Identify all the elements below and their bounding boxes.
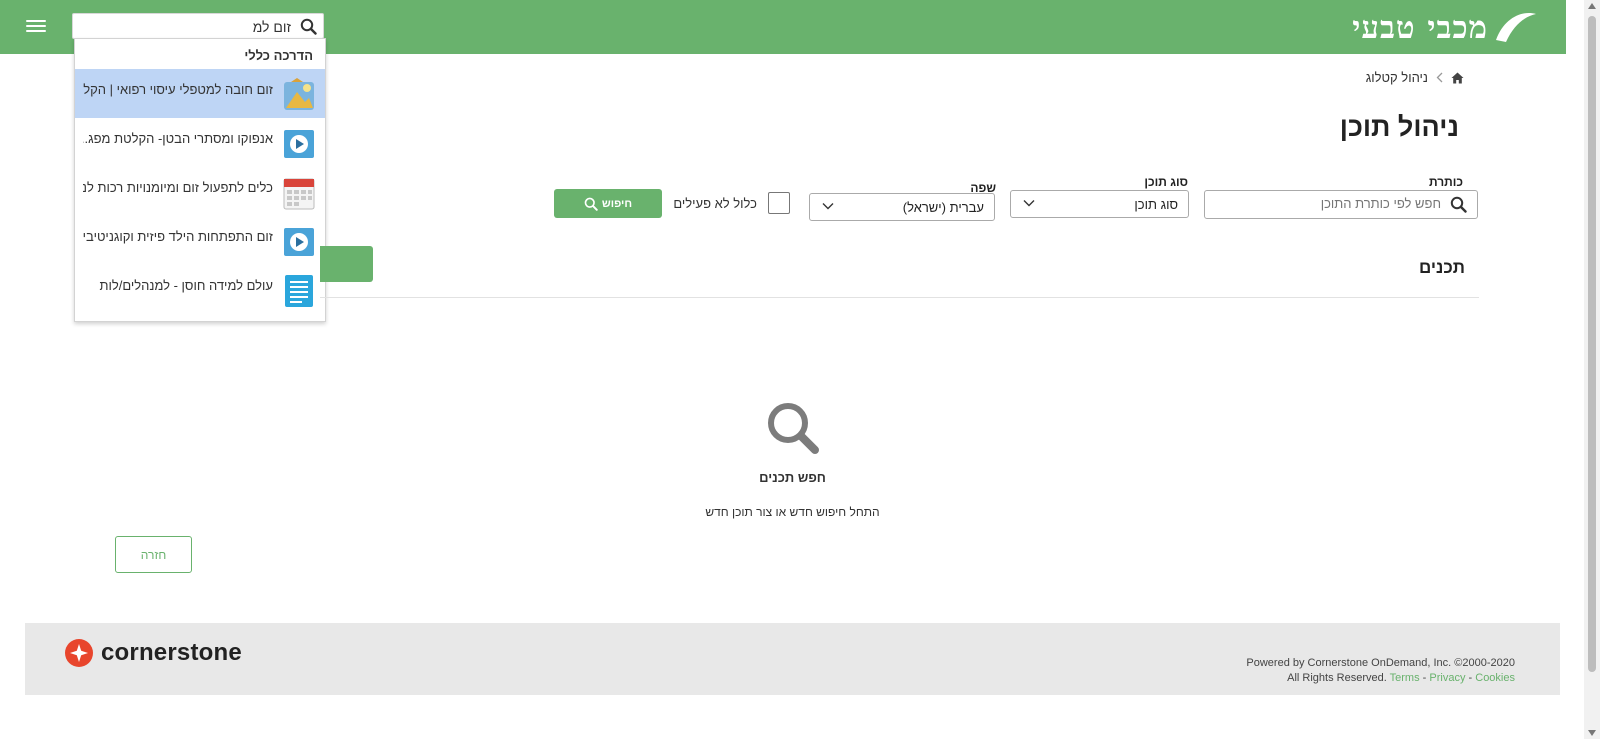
search-icon[interactable] [300, 18, 317, 35]
footer: cornerstone Powered by Cornerstone OnDem… [25, 623, 1560, 695]
content-type-select[interactable]: סוג תוכן [1010, 190, 1189, 218]
suggestion-label: זום התפתחות הילד פיזית וקוגניטיבי... [83, 229, 273, 244]
suggestion-item[interactable]: כלים לתפעול זום ומיומנויות רכות לני... [75, 167, 325, 216]
video-play-icon [284, 228, 314, 256]
language-select[interactable]: עברית (ישראל) [809, 193, 995, 221]
search-suggestions-dropdown: הדרכה כללי זום חובה למטפלי עיסוי רפואי |… [74, 38, 326, 322]
search-icon [584, 197, 598, 211]
scroll-up-arrow-icon[interactable] [1588, 3, 1596, 9]
home-icon[interactable] [1451, 72, 1464, 84]
content-type-value: סוג תוכן [1134, 197, 1178, 212]
hamburger-menu-button[interactable] [26, 17, 46, 37]
search-icon [1450, 196, 1467, 213]
suggestion-item[interactable]: עולם למידה חוסן - למנהלים/לות [75, 265, 325, 314]
course-image-icon [284, 78, 314, 110]
contents-section-title: תכנים [1419, 258, 1465, 277]
search-button[interactable]: חיפוש [554, 189, 662, 218]
suggestion-label: כלים לתפעול זום ומיומנויות רכות לני... [83, 180, 273, 195]
chevron-down-icon [822, 203, 834, 210]
suggestion-item[interactable]: אנפוקו ומסתרי הבטן- הקלטת מפג... [75, 118, 325, 167]
logo-swoosh-icon [1496, 13, 1536, 42]
title-search-input[interactable] [1219, 195, 1443, 212]
page-scrollbar[interactable] [1584, 0, 1600, 739]
suggestion-label: עולם למידה חוסן - למנהלים/לות [99, 278, 273, 293]
scroll-down-arrow-icon[interactable] [1588, 730, 1596, 736]
section-divider [320, 297, 1479, 298]
privacy-link[interactable]: Privacy [1429, 672, 1465, 684]
search-icon [768, 403, 819, 454]
search-button-label: חיפוש [601, 197, 633, 210]
title-filter-field[interactable] [1204, 190, 1478, 219]
create-content-button[interactable] [320, 246, 373, 282]
include-inactive-checkbox[interactable] [768, 192, 790, 214]
maccabi-logo[interactable]: מכבי טבעי [1340, 6, 1540, 48]
breadcrumb: ניהול קטלוג [1366, 70, 1464, 85]
rights-text: All Rights Reserved. [1287, 672, 1387, 684]
suggestion-item[interactable]: זום חובה למטפלי עיסוי רפואי | הקל... [75, 69, 325, 118]
title-filter-label: כותרת [1428, 175, 1463, 189]
chevron-left-icon [1436, 72, 1443, 83]
cornerstone-logo-icon [65, 639, 93, 667]
video-play-icon [284, 130, 314, 158]
cookies-link[interactable]: Cookies [1475, 672, 1515, 684]
calendar-icon [283, 178, 315, 210]
cornerstone-logo[interactable]: cornerstone [65, 639, 242, 667]
logo-text: מכבי טבעי [1352, 10, 1488, 46]
global-search-input[interactable] [79, 16, 293, 38]
global-search-box[interactable] [72, 13, 324, 39]
page-title: ניהול תוכן [1339, 112, 1459, 142]
cornerstone-wordmark: cornerstone [101, 639, 242, 666]
suggestion-label: אנפוקו ומסתרי הבטן- הקלטת מפג... [83, 131, 273, 146]
breadcrumb-current[interactable]: ניהול קטלוג [1366, 70, 1428, 85]
empty-state-subtitle: התחל חיפוש חדש או צור תוכן חדש [705, 505, 880, 519]
suggestion-item[interactable]: זום התפתחות הילד פיזית וקוגניטיבי... [75, 216, 325, 265]
document-icon [285, 275, 313, 307]
separator: - [1422, 672, 1427, 684]
suggestion-label: זום חובה למטפלי עיסוי רפואי | הקל... [83, 82, 273, 97]
hamburger-icon [26, 20, 46, 22]
terms-link[interactable]: Terms [1390, 672, 1420, 684]
scrollbar-thumb[interactable] [1588, 16, 1596, 672]
empty-state-title: חפש תכנים [759, 470, 826, 485]
back-button[interactable]: חזרה [115, 536, 192, 573]
include-inactive-label: כלול לא פעילים [673, 196, 757, 211]
chevron-down-icon [1023, 200, 1035, 207]
language-value: עברית (ישראל) [902, 200, 984, 215]
powered-by-text: Powered by Cornerstone OnDemand, Inc. ©2… [1246, 657, 1515, 669]
separator: - [1468, 672, 1473, 684]
type-filter-label: סוג תוכן [1144, 175, 1188, 189]
footer-legal-links: All Rights Reserved. Terms - Privacy - C… [1287, 672, 1515, 684]
suggestions-category-heading: הדרכה כללי [244, 48, 313, 63]
